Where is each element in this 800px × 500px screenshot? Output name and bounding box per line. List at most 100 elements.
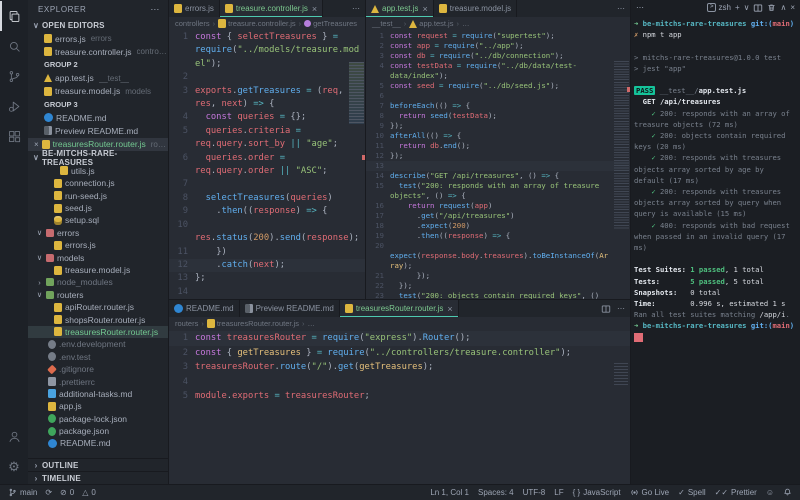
code-line[interactable]: 22 });	[366, 281, 630, 291]
tree-folder-routers[interactable]: ∨ routers	[28, 289, 168, 301]
tree-file-treasure-model-js[interactable]: treasure.model.js	[28, 264, 168, 276]
tree-file-connection-js[interactable]: connection.js	[28, 177, 168, 189]
code-line[interactable]: 1 const { selectTreasures } = require("..…	[169, 31, 365, 71]
code-line[interactable]: 13	[366, 161, 630, 171]
close-icon[interactable]: ×	[34, 140, 39, 149]
minimap[interactable]	[349, 62, 364, 124]
status-0[interactable]: ⊘ 0	[60, 488, 74, 497]
tree-file-errors-js[interactable]: errors.js	[28, 239, 168, 251]
open-editor-item[interactable]: treasure.model.js models	[28, 85, 168, 98]
debug-icon[interactable]	[0, 91, 28, 121]
close-icon[interactable]: ×	[790, 3, 795, 12]
code-line[interactable]: 17 .get("/api/treasures")	[366, 211, 630, 221]
breadcrumb-item[interactable]: …	[307, 319, 315, 328]
code-line[interactable]: 3 exports.getTreasures = (req, res, next)…	[169, 85, 365, 112]
tree-file-app-js[interactable]: app.js	[28, 400, 168, 412]
code-line[interactable]: 4 const testData = require("../db/data/te…	[366, 61, 630, 81]
code-line[interactable]: 16 return request(app)	[366, 201, 630, 211]
tree-folder-node-modules[interactable]: › node_modules	[28, 276, 168, 288]
account-icon[interactable]	[0, 421, 28, 451]
tree-file-readme-md[interactable]: README.md	[28, 437, 168, 449]
files-icon[interactable]	[0, 1, 28, 31]
breadcrumb-item[interactable]: …	[462, 19, 470, 28]
tab-treasure-model-js[interactable]: treasure.model.js	[433, 0, 518, 17]
timeline-header[interactable]: › TIMELINE	[28, 471, 168, 484]
close-icon[interactable]: ×	[422, 4, 427, 14]
status-bell[interactable]	[783, 488, 792, 497]
sidebar-more-icon[interactable]: ⋯	[150, 4, 160, 15]
terminal-output[interactable]: ➜ be-mitchs-rare-treasures git:(main) ✗ n…	[631, 15, 800, 484]
add-icon[interactable]: +	[735, 3, 740, 12]
breadcrumb-item[interactable]: controllers	[175, 19, 210, 28]
breadcrumb-item[interactable]: routers	[175, 319, 198, 328]
code-line[interactable]: 20 expect(response.body.treasures).toBeI…	[366, 241, 630, 271]
tab-treasuresrouter-router-js[interactable]: treasuresRouter.router.js ×	[339, 300, 459, 317]
code-line[interactable]: 14 describe("GET /api/treasures", () => {	[366, 171, 630, 181]
tree-file--gitignore[interactable]: .gitignore	[28, 363, 168, 375]
tab-app-test-js[interactable]: app.test.js ×	[366, 0, 434, 17]
code-line[interactable]: 5 queries.criteria = req.query.sort_by |…	[169, 125, 365, 152]
open-editors-header[interactable]: ∨ OPEN EDITORS	[28, 18, 168, 32]
trash-icon[interactable]	[767, 3, 776, 12]
open-editor-item[interactable]: README.md	[28, 111, 168, 124]
open-editor-item[interactable]: treasure.controller.js control…	[28, 45, 168, 58]
tree-file-run-seed-js[interactable]: run-seed.js	[28, 189, 168, 201]
code-line[interactable]: 21 });	[366, 271, 630, 281]
code-line[interactable]: 8 selectTreasures(queries)	[169, 192, 365, 205]
tab-errors-js[interactable]: errors.js	[169, 0, 220, 17]
code-line[interactable]: 12 .catch(next);	[169, 258, 365, 273]
code-line[interactable]: 2 const { getTreasures } = require("../co…	[169, 346, 630, 361]
code-line[interactable]: 5 module.exports = treasuresRouter;	[169, 389, 630, 404]
code-editor-test[interactable]: 1 const request = require("supertest"); 2 c…	[366, 30, 630, 299]
status-ln-1-col-1[interactable]: Ln 1, Col 1	[430, 488, 469, 497]
code-line[interactable]: 14	[169, 286, 365, 299]
code-line[interactable]: 2	[169, 71, 365, 84]
minimap[interactable]	[614, 61, 629, 299]
tree-file-additional-tasks-md[interactable]: additional-tasks.md	[28, 388, 168, 400]
code-line[interactable]: 18 .expect(200)	[366, 221, 630, 231]
breadcrumb-item[interactable]: __test__	[372, 19, 401, 28]
code-line[interactable]: 4 const queries = {};	[169, 111, 365, 124]
code-editor-controller[interactable]: 1 const { selectTreasures } = require("..…	[169, 30, 365, 299]
outline-header[interactable]: › OUTLINE	[28, 458, 168, 471]
code-line[interactable]: 10 res.status(200).send(response);	[169, 219, 365, 246]
code-line[interactable]: 9 .then((response) => {	[169, 205, 365, 218]
tab-treasure-controller-js[interactable]: treasure.controller.js ×	[219, 0, 324, 17]
code-line[interactable]: 3 treasuresRouter.route("/").get(getTreas…	[169, 360, 630, 375]
project-header[interactable]: ∨ BE-MITCHS-RARE-TREASURES	[28, 149, 168, 167]
ellipsis-icon[interactable]: ⋯	[617, 304, 625, 313]
code-line[interactable]: 19 .then((response) => {	[366, 231, 630, 241]
open-editor-item[interactable]: errors.js errors	[28, 32, 168, 45]
code-line[interactable]: 3 const db = require("../db/connection");	[366, 51, 630, 61]
status-sync[interactable]: ⟳	[45, 488, 52, 497]
code-line[interactable]: 5 const seed = require("../db/seed.js");	[366, 81, 630, 91]
tree-file--env-test[interactable]: .env.test	[28, 351, 168, 363]
tree-file-treasuresrouter-router-js[interactable]: treasuresRouter.router.js	[28, 325, 168, 339]
code-line[interactable]: 1 const treasuresRouter = require("expres…	[169, 331, 630, 346]
open-editor-item[interactable]: app.test.js __test__	[28, 72, 168, 85]
status-javascript[interactable]: { } JavaScript	[573, 488, 621, 497]
status-spaces-4[interactable]: Spaces: 4	[478, 488, 514, 497]
tree-file-package-json[interactable]: package.json	[28, 425, 168, 437]
code-line[interactable]: 10 afterAll(() => {	[366, 131, 630, 141]
code-line[interactable]: 6 queries.order = req.query.order || "AS…	[169, 152, 365, 179]
status-0[interactable]: △ 0	[82, 488, 96, 497]
settings-icon[interactable]: ⚙	[0, 451, 28, 481]
chevron-down-icon[interactable]: ∨	[744, 3, 750, 12]
code-line[interactable]: 4	[169, 375, 630, 390]
breadcrumb-item[interactable]: treasure.controller.js	[218, 19, 296, 28]
more-actions-icon[interactable]: ⋯	[636, 3, 644, 12]
code-line[interactable]: 9});	[366, 121, 630, 131]
code-line[interactable]: 2 const app = require("../app");	[366, 41, 630, 51]
code-line[interactable]: 11 return db.end();	[366, 141, 630, 151]
code-line[interactable]: 12});	[366, 151, 630, 161]
status-prettier[interactable]: ✓✓ Prettier	[715, 488, 757, 497]
tree-file-package-lock-json[interactable]: package-lock.json	[28, 413, 168, 425]
search-icon[interactable]	[0, 31, 28, 61]
breadcrumb-item[interactable]: getTreasures	[304, 19, 357, 28]
breadcrumb-item[interactable]: treasuresRouter.router.js	[206, 319, 299, 328]
chevron-up-icon[interactable]: ∧	[780, 3, 786, 12]
status-lf[interactable]: LF	[554, 488, 563, 497]
code-line[interactable]: 8 return seed(testData);	[366, 111, 630, 121]
code-line[interactable]: 7 beforeEach(() => {	[366, 101, 630, 111]
